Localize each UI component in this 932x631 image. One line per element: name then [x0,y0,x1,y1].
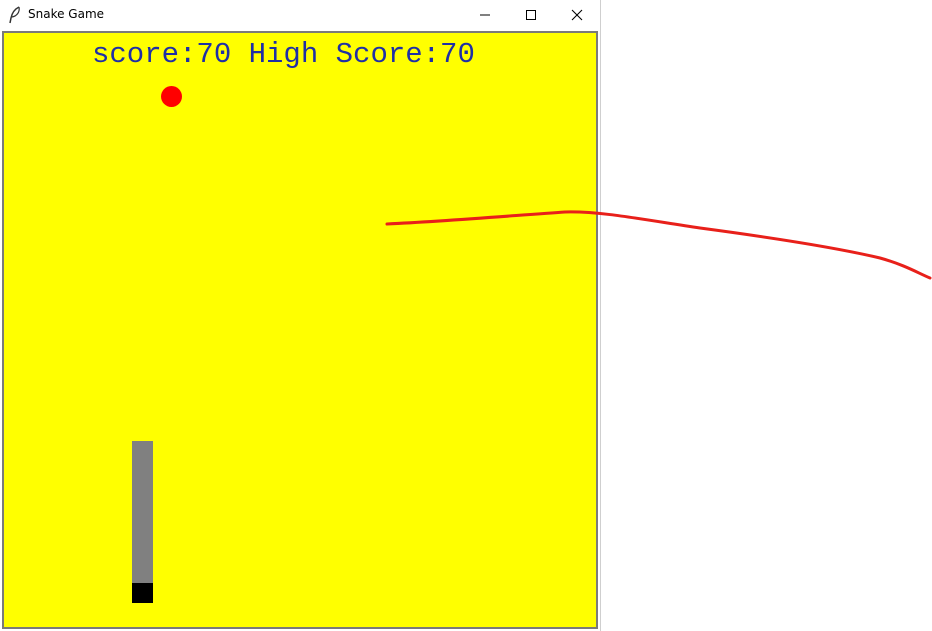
screen: Snake Game score:70 High Score:70 [0,0,932,631]
close-button[interactable] [554,0,600,30]
minimize-button[interactable] [462,0,508,30]
snake-body [132,441,153,583]
maximize-icon [526,10,536,20]
score-display: score:70 High Score:70 [92,38,475,71]
maximize-button[interactable] [508,0,554,30]
window-title: Snake Game [28,7,105,21]
feather-icon [9,6,20,24]
food-apple [161,86,182,107]
minimize-icon [480,14,490,16]
snake-head [132,583,153,603]
title-bar[interactable]: Snake Game [0,0,600,30]
game-board[interactable]: score:70 High Score:70 [2,31,598,629]
close-icon [571,9,583,21]
snake-game-window: Snake Game score:70 High Score:70 [0,0,601,631]
